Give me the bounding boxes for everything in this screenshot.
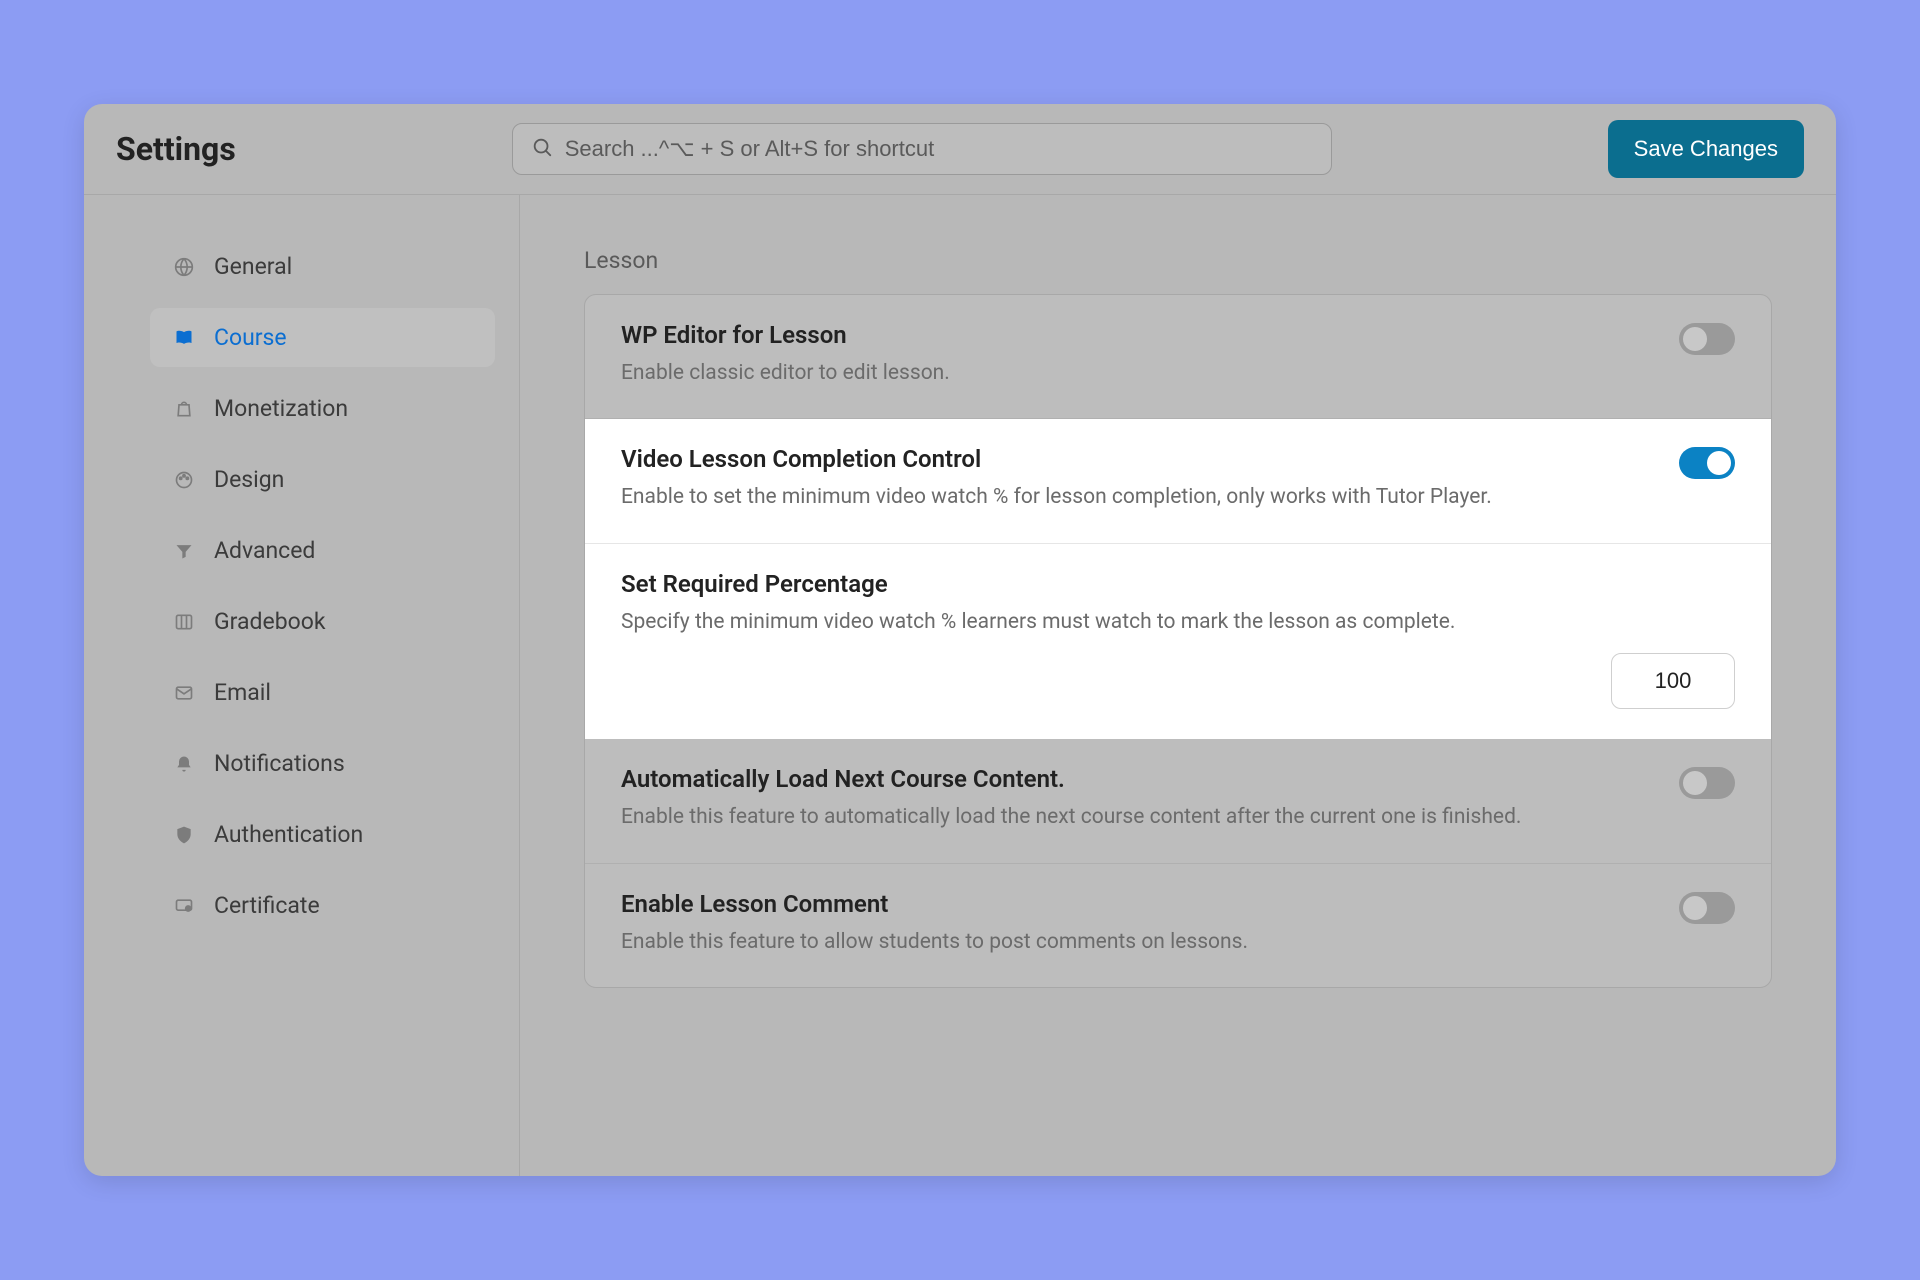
sidebar-item-label: Email [214,679,271,706]
sidebar-item-certificate[interactable]: Certificate [150,876,495,935]
badge-icon [172,894,196,918]
row-title: Video Lesson Completion Control [621,445,1492,473]
toggle-video-completion[interactable] [1679,447,1735,479]
sidebar-item-label: Design [214,466,284,493]
sidebar-item-advanced[interactable]: Advanced [150,521,495,580]
row-title: Set Required Percentage [621,570,1735,598]
row-title: Automatically Load Next Course Content. [621,765,1521,793]
search-wrap [260,123,1584,175]
save-changes-button[interactable]: Save Changes [1608,120,1804,178]
toggle-lesson-comment[interactable] [1679,892,1735,924]
sidebar-item-authentication[interactable]: Authentication [150,805,495,864]
sidebar-item-label: Certificate [214,892,320,919]
row-title: WP Editor for Lesson [621,321,950,349]
bag-icon [172,397,196,421]
highlighted-group: Video Lesson Completion Control Enable t… [585,419,1771,739]
main-content: Lesson WP Editor for Lesson Enable class… [520,195,1836,1176]
required-percentage-input[interactable] [1611,653,1735,709]
book-icon [172,326,196,350]
sidebar-item-label: Gradebook [214,608,326,635]
row-desc: Enable this feature to automatically loa… [621,803,1521,832]
row-desc: Enable to set the minimum video watch % … [621,483,1492,512]
body: General Course Monetization Design [84,195,1836,1176]
globe-icon [172,255,196,279]
sidebar-item-label: General [214,253,292,280]
sidebar-item-label: Monetization [214,395,348,422]
sidebar-item-label: Course [214,324,287,351]
bell-icon [172,752,196,776]
sidebar-item-gradebook[interactable]: Gradebook [150,592,495,651]
row-title: Enable Lesson Comment [621,890,1248,918]
sidebar-item-label: Notifications [214,750,345,777]
sidebar-item-course[interactable]: Course [150,308,495,367]
row-desc: Specify the minimum video watch % learne… [621,608,1735,637]
columns-icon [172,610,196,634]
toggle-auto-load-next[interactable] [1679,767,1735,799]
search-input[interactable] [565,136,1313,162]
funnel-icon [172,539,196,563]
sidebar-item-monetization[interactable]: Monetization [150,379,495,438]
row-auto-load-next: Automatically Load Next Course Content. … [585,739,1771,863]
row-video-completion: Video Lesson Completion Control Enable t… [585,419,1771,543]
sidebar-item-email[interactable]: Email [150,663,495,722]
mail-icon [172,681,196,705]
row-wp-editor: WP Editor for Lesson Enable classic edit… [585,295,1771,419]
sidebar-item-label: Authentication [214,821,363,848]
sidebar-item-design[interactable]: Design [150,450,495,509]
row-required-percentage: Set Required Percentage Specify the mini… [585,544,1771,739]
search-box[interactable] [512,123,1332,175]
sidebar-item-general[interactable]: General [150,237,495,296]
sidebar-item-label: Advanced [214,537,315,564]
row-desc: Enable this feature to allow students to… [621,928,1248,957]
page-title: Settings [116,130,236,168]
search-icon [531,136,553,162]
lesson-settings-card: WP Editor for Lesson Enable classic edit… [584,294,1772,988]
palette-icon [172,468,196,492]
header: Settings Save Changes [84,104,1836,195]
settings-panel: Settings Save Changes General [84,104,1836,1176]
sidebar-item-notifications[interactable]: Notifications [150,734,495,793]
sidebar: General Course Monetization Design [84,195,520,1176]
toggle-wp-editor[interactable] [1679,323,1735,355]
section-label: Lesson [584,247,1772,274]
row-lesson-comment: Enable Lesson Comment Enable this featur… [585,864,1771,987]
row-desc: Enable classic editor to edit lesson. [621,359,950,388]
shield-icon [172,823,196,847]
